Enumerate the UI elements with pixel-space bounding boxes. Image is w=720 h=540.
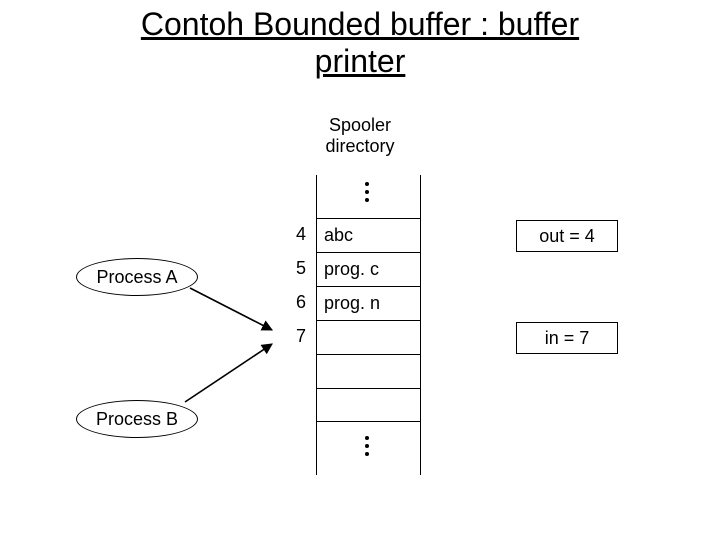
- title-line-1: Contoh Bounded buffer : buffer: [141, 6, 579, 42]
- ellipsis-top-icon: [364, 178, 370, 206]
- process-a-node: Process A: [76, 258, 198, 296]
- in-pointer-label: in = 7: [545, 328, 590, 349]
- out-pointer-label: out = 4: [539, 226, 595, 247]
- buffer-cell-8: [316, 354, 420, 388]
- buffer-cell-6: prog. n: [316, 286, 420, 320]
- buffer-cell-9: [316, 388, 420, 422]
- buffer-cell-5: prog. c: [316, 252, 420, 286]
- process-b-label: Process B: [96, 409, 178, 430]
- arrow-process-a-to-slot7: [190, 288, 272, 330]
- slot-index-4: 4: [276, 224, 306, 245]
- spooler-caption-line2: directory: [310, 136, 410, 157]
- slide: Contoh Bounded buffer : buffer printer S…: [0, 0, 720, 540]
- buffer-cell-7: [316, 320, 420, 354]
- page-title: Contoh Bounded buffer : buffer printer: [0, 6, 720, 80]
- arrow-process-b-to-slot7: [185, 344, 272, 402]
- in-pointer-box: in = 7: [516, 322, 618, 354]
- spooler-caption: Spooler directory: [310, 115, 410, 157]
- out-pointer-box: out = 4: [516, 220, 618, 252]
- buffer-cell-4: abc: [316, 218, 420, 252]
- buffer-right-line: [420, 175, 421, 475]
- slot-index-5: 5: [276, 258, 306, 279]
- slot-index-7: 7: [276, 326, 306, 347]
- process-a-label: Process A: [96, 267, 177, 288]
- buffer-cell-6-value: prog. n: [324, 293, 380, 314]
- title-line-2: printer: [315, 43, 406, 79]
- spooler-caption-line1: Spooler: [310, 115, 410, 136]
- buffer-cell-4-value: abc: [324, 225, 353, 246]
- slot-index-6: 6: [276, 292, 306, 313]
- ellipsis-bottom-icon: [364, 432, 370, 460]
- buffer-cell-5-value: prog. c: [324, 259, 379, 280]
- process-b-node: Process B: [76, 400, 198, 438]
